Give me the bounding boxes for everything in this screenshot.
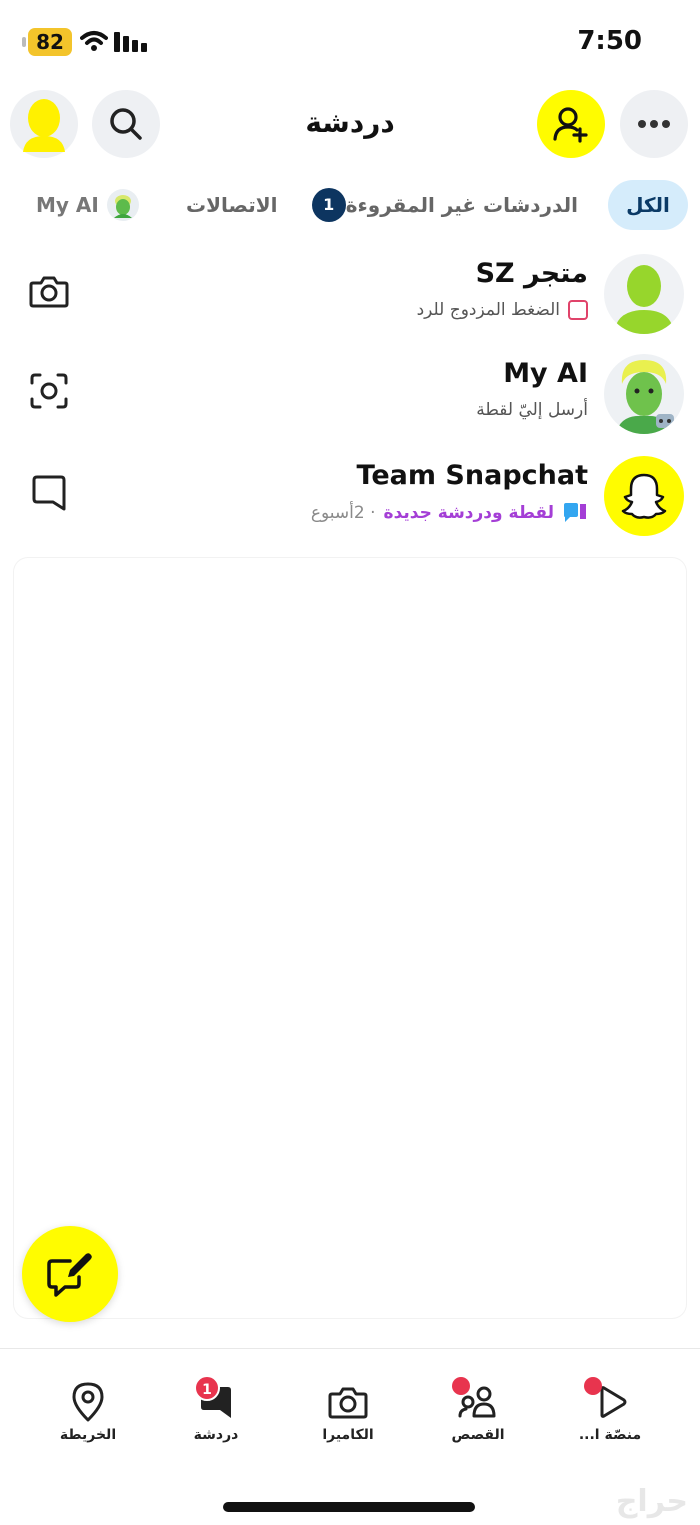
default-avatar-icon	[614, 265, 674, 334]
chat-subtitle-text: أرسل إليّ لقطة	[476, 400, 588, 420]
new-chat-button[interactable]	[22, 1226, 118, 1322]
chat-subtitle-status: لقطة ودردشة جديدة	[383, 503, 554, 523]
unread-count-badge: 1	[311, 187, 346, 222]
nav-stories[interactable]: القصص	[418, 1377, 538, 1443]
unopened-snap-icon	[568, 300, 588, 320]
home-indicator	[223, 1502, 475, 1512]
chat-subtitle: أرسل إليّ لقطة	[476, 400, 588, 420]
chat-subtitle-text: الضغط المزدوج للرد	[416, 300, 560, 320]
wifi-icon	[80, 31, 108, 51]
new-chat-icon	[47, 1253, 92, 1297]
content-area	[14, 558, 686, 1318]
my-ai-avatar-icon	[616, 360, 674, 434]
tab-contacts[interactable]: الاتصالات	[186, 180, 277, 230]
avatar	[604, 456, 684, 536]
chat-bubble-icon	[32, 475, 66, 511]
more-options-button[interactable]	[620, 90, 688, 158]
chat-subtitle-time: · 2أسبوع	[310, 503, 376, 523]
nav-spotlight-label: منصّة ا...	[578, 1427, 642, 1443]
watermark: حراج	[615, 1484, 688, 1519]
tab-unread-label: الدردشات غير المقروءة	[345, 193, 578, 217]
scan-icon	[30, 373, 68, 409]
tab-all[interactable]: الكل	[608, 180, 688, 230]
nav-chat-label: دردشة	[193, 1427, 239, 1443]
clock: 7:50	[577, 26, 642, 56]
avatar	[604, 254, 684, 334]
nav-spotlight[interactable]: منصّة ا...	[550, 1377, 670, 1443]
nav-stories-label: القصص	[451, 1427, 505, 1443]
chat-name: My AI	[503, 358, 588, 389]
nav-camera-label: الكاميرا	[322, 1427, 374, 1443]
tab-my-ai[interactable]: My AI	[36, 180, 139, 230]
tab-unread[interactable]: 1 الدردشات غير المقروءة	[302, 180, 578, 230]
filter-tabs: الكل 1 الدردشات غير المقروءة الاتصالات My…	[0, 180, 700, 232]
bottom-nav: الخريطة 1 دردشة الكاميرا القصص منصّة ا..…	[0, 1348, 700, 1458]
camera-reply-button[interactable]	[26, 268, 72, 314]
tab-my-ai-label: My AI	[36, 193, 99, 217]
add-friend-button[interactable]	[537, 90, 605, 158]
header: دردشة	[0, 90, 700, 160]
my-ai-mini-icon	[106, 189, 139, 221]
chat-subtitle: الضغط المزدوج للرد	[417, 300, 588, 320]
battery-indicator: 82	[22, 28, 72, 56]
new-snap-chat-icon	[564, 503, 586, 522]
signal-icon	[114, 32, 147, 52]
chat-subtitle: لقطة ودردشة جديدة · 2أسبوع	[311, 502, 588, 524]
chat-badge: 1	[194, 1375, 220, 1401]
ghost-icon	[621, 473, 667, 519]
more-icon	[638, 120, 670, 128]
status-bar: 82 7:50	[0, 0, 700, 80]
chat-name: متجر SZ	[475, 258, 588, 289]
nav-chat[interactable]: 1 دردشة	[156, 1375, 276, 1443]
add-friend-icon	[553, 107, 588, 143]
avatar	[604, 354, 684, 434]
nav-map-label: الخريطة	[59, 1427, 117, 1443]
chat-row-my-ai[interactable]: My AI أرسل إليّ لقطة	[0, 348, 700, 448]
nav-map[interactable]: الخريطة	[28, 1379, 148, 1443]
chat-row-sz-store[interactable]: متجر SZ الضغط المزدوج للرد	[0, 248, 700, 348]
map-pin-icon	[72, 1382, 104, 1422]
chat-name: Team Snapchat	[356, 460, 588, 491]
stories-new-dot	[452, 1377, 470, 1395]
nav-camera[interactable]: الكاميرا	[288, 1379, 408, 1443]
chat-row-team-snapchat[interactable]: Team Snapchat لقطة ودردشة جديدة · 2أسبوع	[0, 450, 700, 550]
camera-nav-icon	[328, 1387, 368, 1419]
spotlight-new-dot	[584, 1377, 602, 1395]
camera-icon	[29, 276, 69, 308]
chat-reply-button[interactable]	[26, 470, 72, 516]
scan-button[interactable]	[26, 368, 72, 414]
